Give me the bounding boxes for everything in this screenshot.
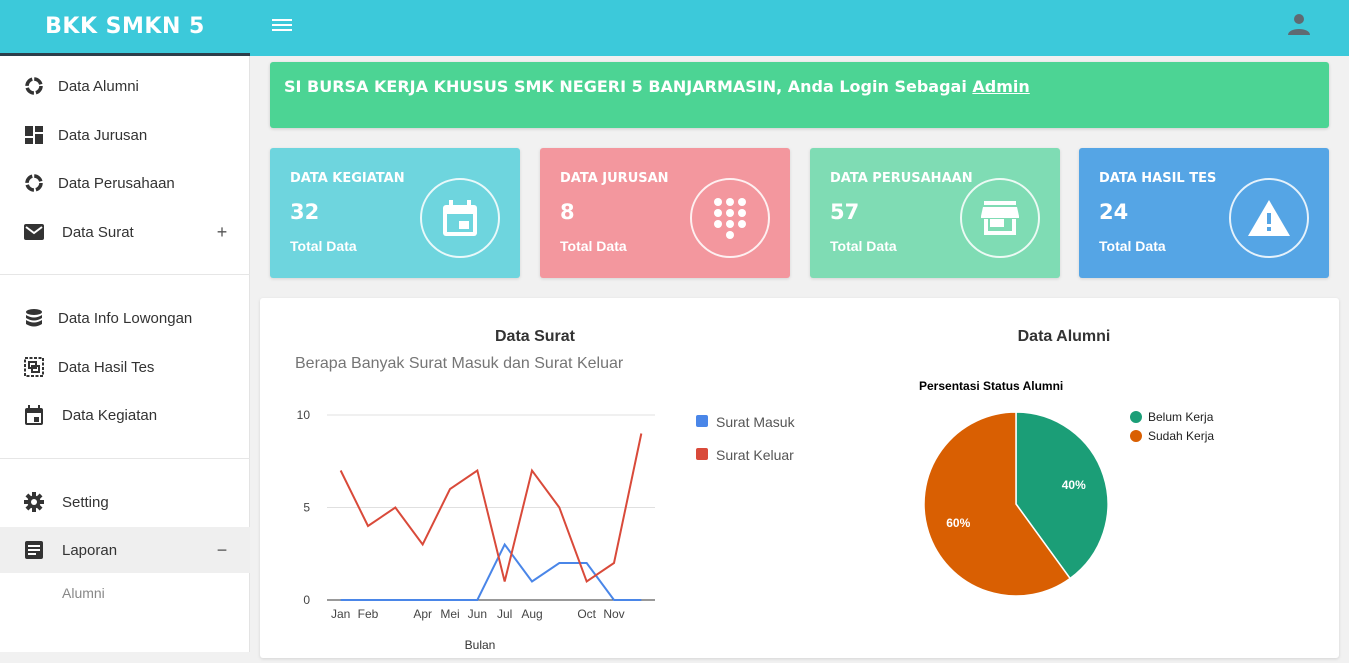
- card-title: DATA HASIL TES: [1099, 171, 1217, 186]
- card-value: 8: [560, 200, 575, 224]
- brand-name: BKK SMKN 5: [45, 14, 205, 39]
- x-tick-label: Aug: [521, 607, 542, 621]
- database-icon: [24, 308, 44, 328]
- collapse-icon[interactable]: −: [214, 540, 230, 561]
- x-tick-label: Jul: [497, 607, 512, 621]
- y-tick-label: 5: [303, 501, 310, 515]
- dialpad-icon: [690, 178, 770, 258]
- card-title: DATA KEGIATAN: [290, 171, 405, 186]
- user-icon[interactable]: [1287, 12, 1311, 36]
- line-chart-title: Data Surat: [495, 328, 576, 345]
- sidebar-item-label: Laporan: [62, 541, 118, 559]
- banner-user-link[interactable]: Admin: [972, 77, 1029, 96]
- sidebar-item-label: Data Surat: [62, 223, 134, 241]
- mail-icon: [24, 222, 44, 242]
- legend-label: Sudah Kerja: [1148, 429, 1214, 443]
- card-subtitle: Total Data: [560, 238, 627, 254]
- line-chart-x-ticks: Jan Feb Apr Mei Jun Jul Aug Oct Nov: [331, 607, 625, 621]
- legend-label: Surat Masuk: [716, 414, 796, 430]
- card-subtitle: Total Data: [1099, 238, 1166, 254]
- x-tick-label: Oct: [577, 607, 596, 621]
- dashboard-icon: [24, 125, 44, 145]
- pie-icon: [24, 173, 44, 193]
- sidebar-item-label: Data Perusahaan: [58, 174, 175, 192]
- legend-label: Surat Keluar: [716, 447, 794, 463]
- legend-swatch: [696, 448, 708, 460]
- legend-label: Belum Kerja: [1148, 410, 1214, 424]
- sidebar-item-label: Data Info Lowongan: [58, 309, 193, 327]
- card-value: 24: [1099, 200, 1129, 224]
- sidebar-item-label: Data Jurusan: [58, 126, 148, 144]
- pie-chart-title: Data Alumni: [1018, 328, 1111, 345]
- stat-card-kegiatan[interactable]: DATA KEGIATAN 32 Total Data: [270, 148, 520, 278]
- sidebar: Data Alumni Data Jurusan Data Perusahaan…: [0, 56, 250, 652]
- sidebar-item-data-perusahaan[interactable]: Data Perusahaan: [0, 160, 250, 206]
- legend-swatch: [696, 415, 708, 427]
- line-chart-y-ticks: 0 5 10: [297, 408, 311, 607]
- line-chart-subtitle: Berapa Banyak Surat Masuk dan Surat Kelu…: [295, 355, 624, 372]
- sidebar-item-label: Data Kegiatan: [62, 406, 158, 424]
- sidebar-item-data-hasil-tes[interactable]: Data Hasil Tes: [0, 344, 250, 390]
- sidebar-item-data-surat[interactable]: Data Surat +: [0, 209, 250, 255]
- x-tick-label: Apr: [413, 607, 432, 621]
- top-navbar: BKK SMKN 5: [0, 0, 1349, 56]
- legend-swatch: [1130, 430, 1142, 442]
- stat-card-hasil-tes[interactable]: DATA HASIL TES 24 Total Data: [1079, 148, 1329, 278]
- pie-icon: [24, 76, 44, 96]
- sidebar-item-label: Data Alumni: [58, 77, 139, 95]
- calendar-icon: [420, 178, 500, 258]
- select-icon: [24, 357, 44, 377]
- report-icon: [24, 540, 44, 560]
- brand-logo[interactable]: BKK SMKN 5: [0, 0, 250, 56]
- x-tick-label: Mei: [440, 607, 459, 621]
- sidebar-item-data-jurusan[interactable]: Data Jurusan: [0, 112, 250, 158]
- pie-slice-label: 40%: [1062, 478, 1086, 492]
- store-icon: [960, 178, 1040, 258]
- pie-chart-subtitle: Persentasi Status Alumni: [919, 379, 1063, 393]
- card-title: DATA PERUSAHAAN: [830, 171, 973, 186]
- x-tick-label: Feb: [358, 607, 379, 621]
- stat-card-jurusan[interactable]: DATA JURUSAN 8 Total Data: [540, 148, 790, 278]
- pie-chart-legend: Belum Kerja Sudah Kerja: [1130, 410, 1214, 443]
- line-chart-legend: Surat Masuk Surat Keluar: [696, 414, 796, 463]
- y-tick-label: 10: [297, 408, 311, 422]
- card-title: DATA JURUSAN: [560, 171, 669, 186]
- sidebar-item-label: Setting: [62, 493, 109, 511]
- x-tick-label: Jan: [331, 607, 350, 621]
- sidebar-item-data-alumni[interactable]: Data Alumni: [0, 63, 250, 109]
- stat-card-perusahaan[interactable]: DATA PERUSAHAAN 57 Total Data: [810, 148, 1060, 278]
- calendar-icon: [24, 405, 44, 425]
- sidebar-subitem-alumni[interactable]: Alumni: [62, 585, 105, 601]
- sidebar-item-label: Data Hasil Tes: [58, 358, 155, 376]
- line-chart-xlabel: Bulan: [465, 638, 496, 652]
- line-chart-series: [339, 433, 643, 601]
- card-value: 32: [290, 200, 320, 224]
- sidebar-item-laporan[interactable]: Laporan −: [0, 527, 250, 573]
- gear-icon: [24, 492, 44, 512]
- expand-icon[interactable]: +: [214, 222, 230, 243]
- banner-text: SI BURSA KERJA KHUSUS SMK NEGERI 5 BANJA…: [284, 77, 973, 96]
- pie-chart-slices: 40% 60%: [923, 411, 1109, 597]
- charts-svg: Data Surat Berapa Banyak Surat Masuk dan…: [295, 328, 1214, 652]
- card-value: 57: [830, 200, 860, 224]
- sidebar-item-data-info-lowongan[interactable]: Data Info Lowongan: [0, 295, 250, 341]
- card-subtitle: Total Data: [830, 238, 897, 254]
- welcome-banner: SI BURSA KERJA KHUSUS SMK NEGERI 5 BANJA…: [270, 62, 1329, 128]
- card-subtitle: Total Data: [290, 238, 357, 254]
- x-tick-label: Jun: [468, 607, 487, 621]
- charts-panel: Data Surat Berapa Banyak Surat Masuk dan…: [260, 298, 1339, 658]
- series-line: [340, 542, 642, 601]
- pie-slice-label: 60%: [946, 516, 970, 530]
- sidebar-item-setting[interactable]: Setting: [0, 479, 250, 525]
- warning-icon: [1229, 178, 1309, 258]
- x-tick-label: Nov: [603, 607, 624, 621]
- y-tick-label: 0: [303, 593, 310, 607]
- menu-toggle-icon[interactable]: [272, 19, 292, 35]
- sidebar-item-data-kegiatan[interactable]: Data Kegiatan: [0, 392, 250, 438]
- legend-swatch: [1130, 411, 1142, 423]
